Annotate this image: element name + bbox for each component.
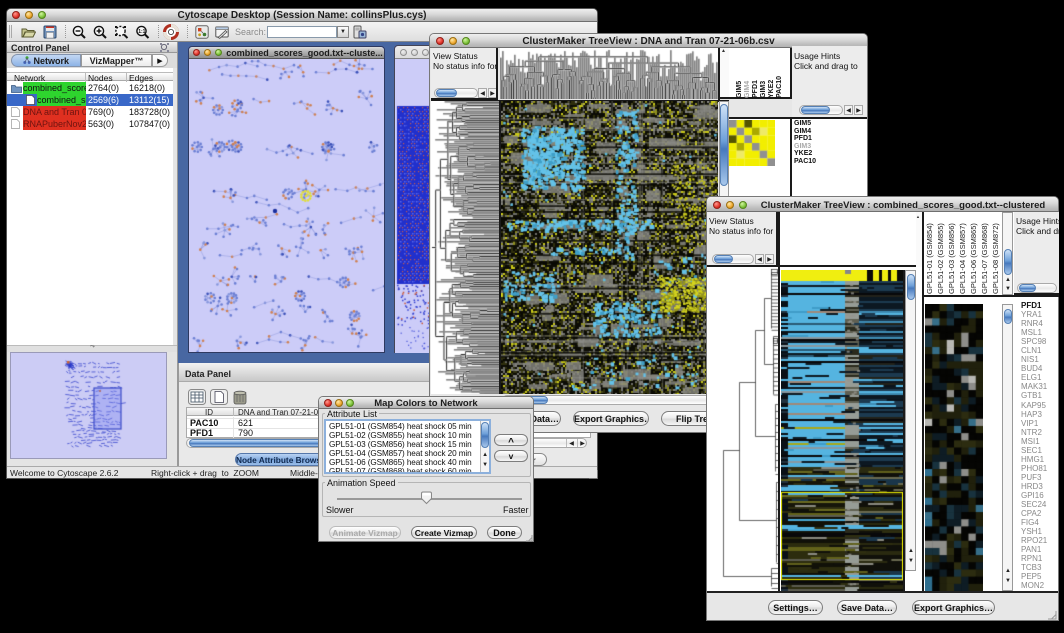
svg-text:1:1: 1:1 [138, 29, 145, 35]
